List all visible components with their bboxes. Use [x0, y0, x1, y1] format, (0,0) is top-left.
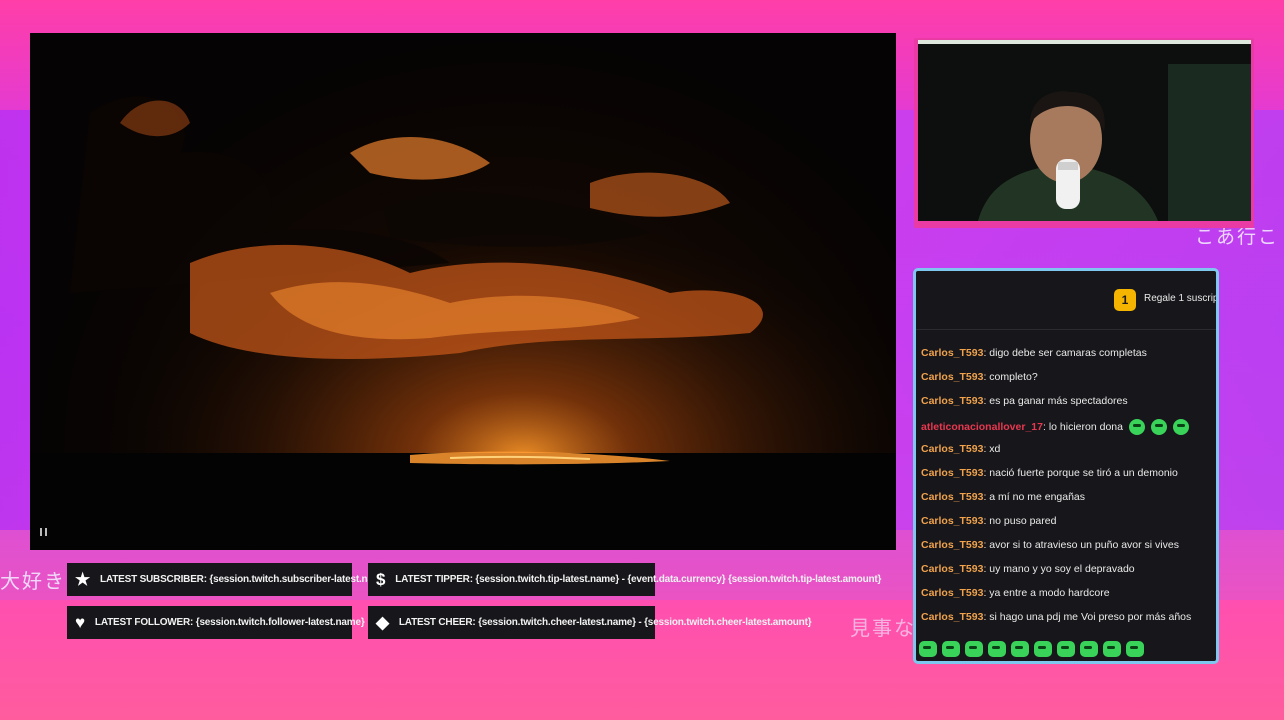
chat-text: xd [989, 443, 1001, 455]
chat-message: Carlos_T593: uy mano y yo soy el deprava… [921, 563, 1135, 575]
emote-icon [1172, 419, 1189, 435]
chat-text: avor si to atravieso un puño avor si viv… [989, 539, 1179, 551]
chat-messages: Carlos_T593: digo debe ser camaras compl… [921, 347, 1216, 635]
emote-icon [1011, 641, 1029, 657]
emote-icon [1126, 641, 1144, 657]
chat-text: uy mano y yo soy el depravado [989, 563, 1135, 575]
chat-message: Carlos_T593: xd [921, 443, 1001, 455]
chat-username[interactable]: Carlos_T593 [921, 467, 983, 479]
emote-icon [1080, 641, 1098, 657]
chat-message: Carlos_T593: nació fuerte porque se tiró… [921, 467, 1178, 479]
chat-message: Carlos_T593: si hago una pdj me Voi pres… [921, 611, 1192, 623]
emote-row [919, 641, 1144, 657]
star-icon: ★ [75, 569, 91, 589]
decor-japanese-left: 大好き [0, 571, 66, 593]
chat-username[interactable]: Carlos_T593 [921, 443, 983, 455]
latest-cheer-text: LATEST CHEER: {session.twitch.cheer-late… [398, 617, 812, 628]
chat-text: a mí no me engañas [989, 491, 1086, 503]
chat-message: Carlos_T593: ya entre a modo hardcore [921, 587, 1110, 599]
chat-text: digo debe ser camaras completas [989, 347, 1147, 359]
latest-follower-ticker: ♥ LATEST FOLLOWER: {session.twitch.follo… [67, 606, 365, 639]
streamer-figure [918, 44, 1251, 221]
chat-username[interactable]: Carlos_T593 [921, 515, 983, 527]
dollar-icon: $ [376, 569, 386, 589]
pause-icon[interactable] [40, 528, 47, 536]
chat-username[interactable]: Carlos_T593 [921, 611, 983, 623]
latest-tipper-ticker: $ LATEST TIPPER: {session.twitch.tip-lat… [368, 563, 881, 596]
gift-badge: 1 [1114, 289, 1136, 311]
chat-username[interactable]: Carlos_T593 [921, 587, 983, 599]
emote-icon [1128, 419, 1145, 435]
chat-text: completo? [989, 371, 1038, 383]
stream-video[interactable] [30, 33, 896, 550]
chat-message: Carlos_T593: avor si to atravieso un puñ… [921, 539, 1179, 551]
emote-icon [919, 641, 937, 657]
chat-message: Carlos_T593: no puso pared [921, 515, 1057, 527]
latest-subscriber-text: LATEST SUBSCRIBER: {session.twitch.subsc… [100, 574, 391, 585]
chat-username[interactable]: Carlos_T593 [921, 371, 983, 383]
emote-icon [1057, 641, 1075, 657]
emote-icon [965, 641, 983, 657]
chat-message: Carlos_T593: a mí no me engañas [921, 491, 1086, 503]
chat-text: no puso pared [989, 515, 1057, 527]
emote-icon [988, 641, 1006, 657]
latest-subscriber-ticker: ★ LATEST SUBSCRIBER: {session.twitch.sub… [67, 563, 391, 596]
chat-text: si hago una pdj me Voi preso por más año… [989, 611, 1192, 623]
chat-username[interactable]: Carlos_T593 [921, 347, 983, 359]
latest-follower-text: LATEST FOLLOWER: {session.twitch.followe… [94, 617, 365, 628]
chat-message: Carlos_T593: es pa ganar más spectadores [921, 395, 1128, 407]
chat-message: Carlos_T593: completo? [921, 371, 1038, 383]
chat-username[interactable]: Carlos_T593 [921, 395, 983, 407]
emote-icon [1150, 419, 1167, 435]
chat-message: atleticonacionallover_17: lo hicieron do… [921, 419, 1216, 443]
latest-cheer-ticker: ◆ LATEST CHEER: {session.twitch.cheer-la… [368, 606, 812, 639]
emote-icon [942, 641, 960, 657]
gift-notice: Regale 1 suscrip [1144, 293, 1219, 304]
chat-message: Carlos_T593: digo debe ser camaras compl… [921, 347, 1147, 359]
emote-icon [1034, 641, 1052, 657]
chat-username[interactable]: Carlos_T593 [921, 491, 983, 503]
chat-username[interactable]: atleticonacionallover_17 [921, 421, 1043, 433]
diamond-icon: ◆ [376, 612, 389, 632]
chat-text: es pa ganar más spectadores [989, 395, 1128, 407]
chat-username[interactable]: Carlos_T593 [921, 539, 983, 551]
webcam-feed [918, 40, 1251, 221]
chat-text: lo hicieron dona [1048, 420, 1123, 433]
chat-text: ya entre a modo hardcore [989, 587, 1110, 599]
chat-text: nació fuerte porque se tiró a un demonio [989, 467, 1178, 479]
chat-username[interactable]: Carlos_T593 [921, 563, 983, 575]
sunset-scene [30, 33, 896, 550]
chat-header: 1 Regale 1 suscrip [916, 271, 1216, 330]
heart-icon: ♥ [75, 612, 85, 632]
chat-panel[interactable]: 1 Regale 1 suscrip Carlos_T593: digo deb… [913, 268, 1219, 664]
latest-tipper-text: LATEST TIPPER: {session.twitch.tip-lates… [395, 574, 882, 585]
emote-icon [1103, 641, 1121, 657]
decor-japanese-bottom: 見事な [850, 618, 916, 640]
